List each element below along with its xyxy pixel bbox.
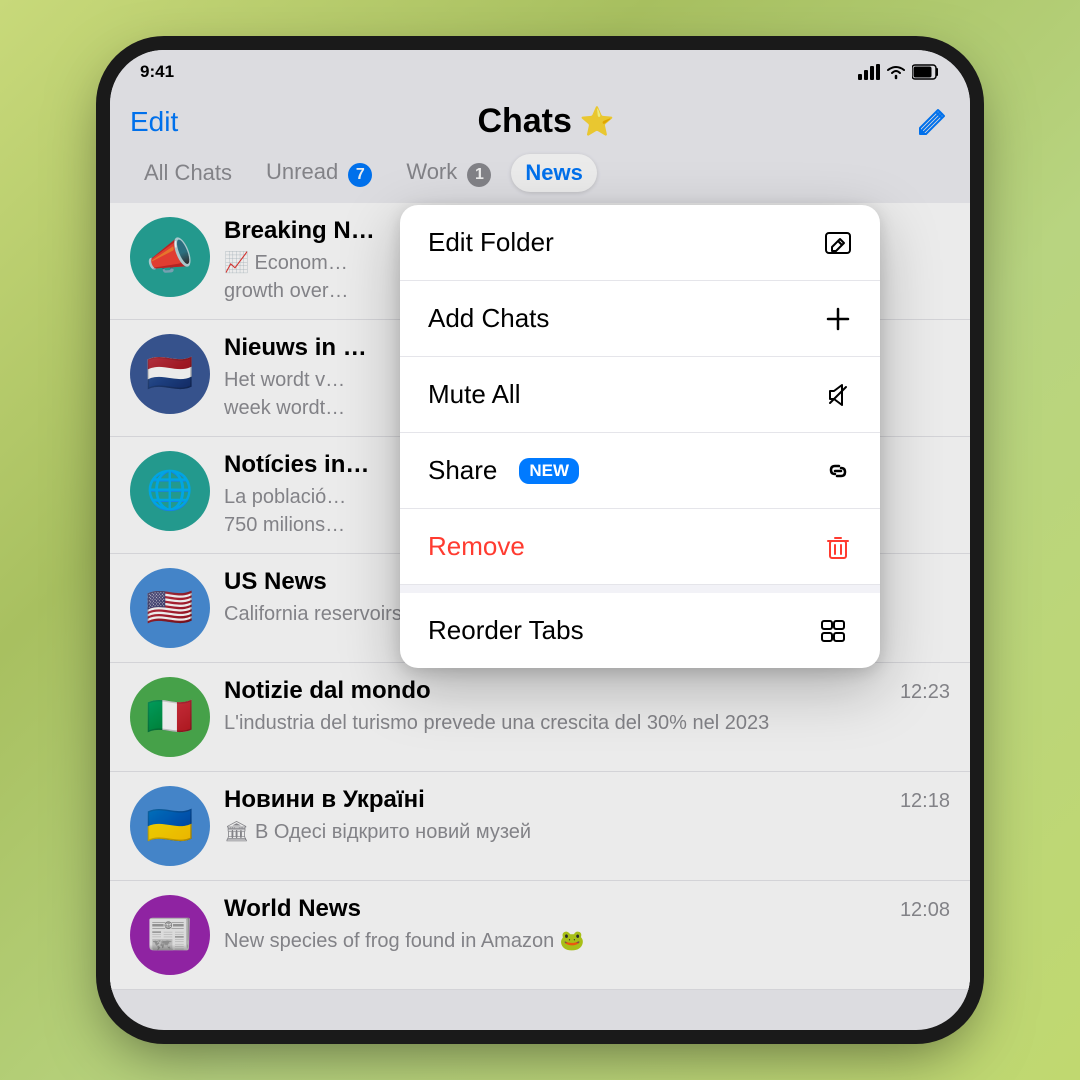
phone-screen: 9:41 [110,50,970,1030]
menu-item-edit-folder[interactable]: Edit Folder [400,205,880,281]
mute-all-icon [824,381,852,409]
phone-frame: 9:41 [0,0,1080,1080]
menu-label-remove: Remove [428,531,525,562]
menu-item-mute-all[interactable]: Mute All [400,357,880,433]
menu-divider [400,585,880,593]
context-menu: Edit Folder Add Chats Mute All [400,205,880,668]
menu-label-share: Share [428,455,497,486]
add-chats-icon [824,305,852,333]
menu-item-reorder-tabs[interactable]: Reorder Tabs [400,593,880,668]
menu-label-add-chats: Add Chats [428,303,549,334]
menu-share-left: Share NEW [428,455,579,486]
menu-label-edit-folder: Edit Folder [428,227,554,258]
reorder-tabs-icon [820,617,852,645]
menu-item-add-chats[interactable]: Add Chats [400,281,880,357]
edit-folder-icon [824,229,852,257]
menu-item-remove[interactable]: Remove [400,509,880,585]
remove-trash-icon [824,533,852,561]
menu-label-reorder-tabs: Reorder Tabs [428,615,584,646]
menu-label-mute-all: Mute All [428,379,521,410]
share-link-icon [824,457,852,485]
menu-item-share[interactable]: Share NEW [400,433,880,509]
new-badge: NEW [519,458,579,484]
